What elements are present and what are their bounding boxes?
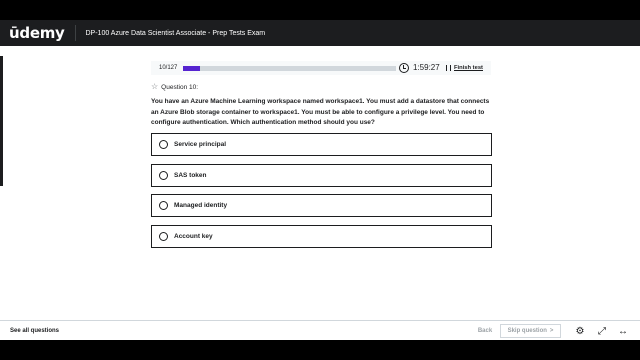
answer-label: SAS token	[174, 172, 207, 179]
answer-label: Account key	[174, 233, 213, 240]
progress-track	[183, 66, 396, 71]
chevron-right-icon: >	[549, 328, 554, 334]
answer-label: Managed identity	[174, 202, 228, 209]
udemy-logo[interactable]: ūdemy	[9, 24, 65, 42]
quiz-content: 10/127 1:59:27 Finish test ☆ Question 10…	[0, 46, 640, 320]
radio-button[interactable]	[159, 201, 168, 210]
skip-label: Skip question	[507, 328, 547, 334]
expand-icon[interactable]: ↔	[616, 323, 630, 339]
radio-button[interactable]	[159, 232, 168, 241]
gear-icon[interactable]: ⚙	[573, 323, 587, 339]
top-header: ūdemy DP-100 Azure Data Scientist Associ…	[0, 20, 640, 46]
question-text: You have an Azure Machine Learning works…	[151, 98, 490, 126]
course-title[interactable]: DP-100 Azure Data Scientist Associate - …	[86, 30, 266, 37]
see-all-questions-link[interactable]: See all questions	[10, 328, 59, 334]
answer-option[interactable]: SAS token	[151, 164, 492, 187]
bottom-toolbar: See all questions Back Skip question > ⚙…	[0, 320, 640, 340]
answer-option[interactable]: Service principal	[151, 133, 492, 156]
player-frame: ūdemy DP-100 Azure Data Scientist Associ…	[0, 0, 640, 360]
answer-option[interactable]: Account key	[151, 225, 492, 248]
progress-bar-row: 10/127 1:59:27 Finish test	[151, 61, 491, 75]
timer: 1:59:27	[413, 63, 440, 72]
answer-option[interactable]: Managed identity	[151, 194, 492, 217]
fullscreen-icon[interactable]: ⤢	[595, 323, 609, 339]
skip-question-button[interactable]: Skip question >	[500, 324, 561, 338]
clock-icon	[399, 63, 409, 73]
star-icon[interactable]: ☆	[151, 83, 158, 91]
pause-icon[interactable]	[446, 65, 451, 71]
progress-fill	[183, 66, 200, 71]
back-label: Back	[477, 328, 493, 334]
finish-test-link[interactable]: Finish test	[454, 65, 483, 71]
answer-label: Service principal	[174, 141, 227, 148]
header-divider	[74, 25, 76, 41]
progress-counter: 10/127	[159, 65, 178, 71]
letterbox-bottom	[0, 340, 640, 360]
back-button[interactable]: Back	[470, 324, 500, 338]
sidebar-edge	[0, 56, 3, 186]
radio-button[interactable]	[159, 140, 168, 149]
question-header: ☆ Question 10:	[151, 83, 198, 91]
question-number: Question 10:	[161, 83, 199, 91]
radio-button[interactable]	[159, 171, 168, 180]
